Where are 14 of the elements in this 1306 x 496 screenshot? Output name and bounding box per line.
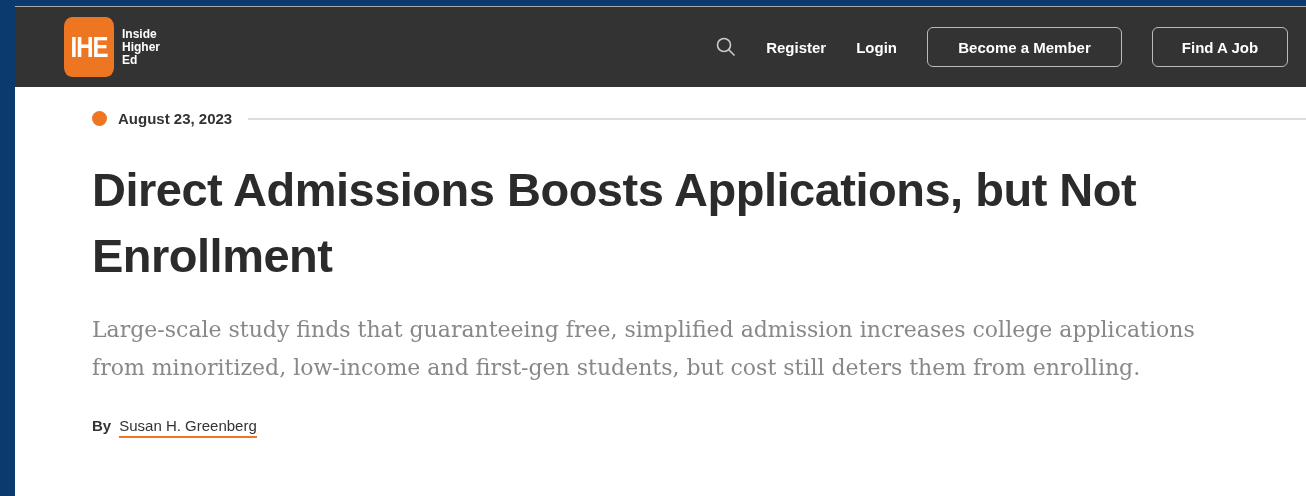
nav-link[interactable]: Register — [766, 38, 827, 56]
header-button[interactable]: Find A Job — [1152, 27, 1288, 67]
article-title: Direct Admissions Boosts Applications, but Not Enrollment — [92, 162, 1138, 284]
author-link[interactable]: Susan H. Greenberg — [119, 417, 257, 438]
article-date: August 23, 2023 — [118, 110, 233, 127]
date-dot — [92, 111, 107, 126]
logo-text: Inside — [122, 27, 158, 41]
header-button[interactable]: Become a Member — [927, 27, 1122, 67]
logo-text: Ed — [122, 53, 138, 67]
search-icon[interactable] — [716, 37, 737, 57]
logo-text: Higher — [122, 40, 160, 54]
nav-link[interactable]: Login — [856, 38, 897, 56]
byline-label: By — [92, 417, 112, 434]
article-summary: Large-scale study finds that guaranteeing free, simplified admission increases college applications from minoritized, low-income and first-gen students, but cost still deters them from enrolling. — [92, 316, 1196, 382]
